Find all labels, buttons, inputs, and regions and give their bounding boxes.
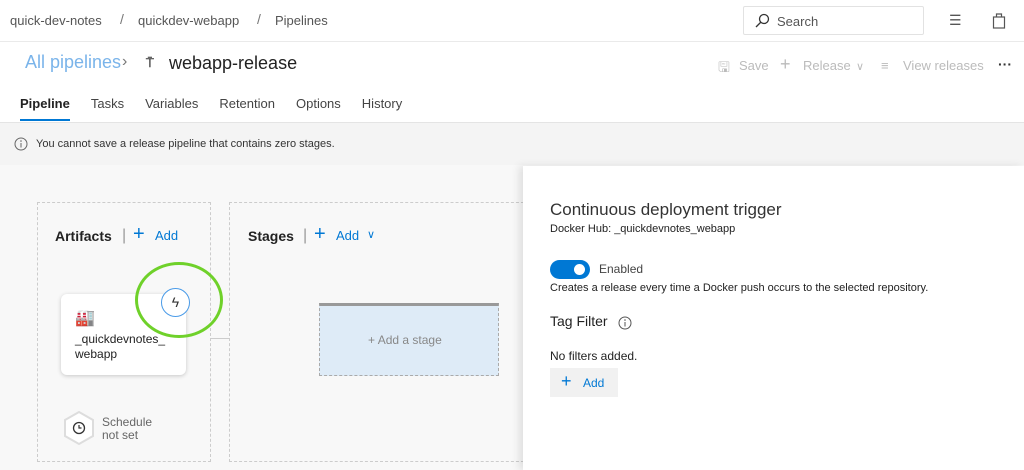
- schedule-label[interactable]: Schedule: [102, 415, 152, 429]
- plus-icon: +: [314, 223, 326, 245]
- search-input[interactable]: Search: [743, 6, 924, 35]
- release-button[interactable]: Release: [803, 58, 851, 73]
- add-tag-filter-button[interactable]: + Add: [550, 368, 618, 397]
- artifact-name: _quickdevnotes_: [75, 332, 166, 346]
- save-button[interactable]: Save: [739, 58, 769, 73]
- artifact-name-cont: webapp: [75, 347, 118, 361]
- breadcrumb-separator: /: [257, 11, 261, 27]
- add-stage-placeholder[interactable]: + Add a stage: [319, 303, 499, 376]
- search-placeholder: Search: [777, 14, 819, 29]
- info-message: You cannot save a release pipeline that …: [36, 138, 335, 150]
- plus-icon: +: [780, 54, 791, 74]
- more-options-button[interactable]: ···: [998, 56, 1012, 72]
- add-stage-dropdown[interactable]: Add: [336, 228, 359, 243]
- chevron-down-icon: ∨: [856, 61, 865, 73]
- release-pipeline-icon: ⍑: [146, 55, 154, 70]
- breadcrumb-org[interactable]: quick-dev-notes: [10, 13, 102, 28]
- stages-title: Stages: [248, 228, 294, 244]
- no-filters-text: No filters added.: [550, 349, 638, 363]
- tab-bar: Pipeline Tasks Variables Retention Optio…: [20, 96, 402, 121]
- add-stage-text: Add a stage: [377, 333, 442, 347]
- tab-variables[interactable]: Variables: [145, 96, 198, 121]
- divider: |: [303, 227, 308, 244]
- info-icon: [14, 137, 28, 151]
- add-stage-label: + Add a stage: [368, 333, 442, 347]
- view-releases-button[interactable]: View releases: [903, 58, 984, 73]
- tab-options[interactable]: Options: [296, 96, 341, 121]
- panel-title: Continuous deployment trigger: [550, 200, 782, 219]
- breadcrumb-separator: /: [120, 11, 124, 27]
- plus-icon: +: [561, 371, 572, 391]
- save-icon: 🖫: [718, 59, 730, 75]
- breadcrumb-project[interactable]: quickdev-webapp: [138, 13, 239, 28]
- shopping-bag-icon[interactable]: [992, 12, 1006, 29]
- docker-icon: 🏭: [75, 310, 95, 327]
- enabled-toggle[interactable]: [550, 260, 590, 279]
- add-artifact-button[interactable]: Add: [155, 228, 178, 243]
- all-pipelines-link[interactable]: All pipelines: [25, 52, 121, 73]
- chevron-right-icon: ›: [122, 53, 128, 70]
- connector-line: [211, 338, 229, 339]
- trigger-lightning-icon[interactable]: ϟ: [161, 288, 190, 317]
- tag-filter-label: Tag Filter: [550, 313, 608, 329]
- add-label: Add: [583, 376, 605, 390]
- schedule-status[interactable]: not set: [102, 428, 138, 442]
- toggle-label: Enabled: [599, 262, 644, 276]
- info-icon[interactable]: [618, 316, 632, 330]
- toggle-description: Creates a release every time a Docker pu…: [550, 282, 929, 294]
- cd-trigger-panel: Continuous deployment trigger Docker Hub…: [523, 166, 1024, 470]
- tab-history[interactable]: History: [362, 96, 402, 121]
- schedule-clock-icon[interactable]: [63, 410, 95, 446]
- search-icon: [755, 13, 770, 28]
- chevron-down-icon: ∨: [367, 229, 376, 241]
- list-icon: ≡: [881, 58, 889, 73]
- breadcrumb-pipelines[interactable]: Pipelines: [275, 13, 328, 28]
- info-bar: You cannot save a release pipeline that …: [0, 122, 1024, 165]
- tab-retention[interactable]: Retention: [219, 96, 275, 121]
- tab-pipeline[interactable]: Pipeline: [20, 96, 70, 121]
- pipeline-title: webapp-release: [169, 53, 298, 73]
- task-list-icon[interactable]: ☰: [949, 12, 962, 29]
- panel-subtitle: Docker Hub: _quickdevnotes_webapp: [550, 223, 736, 235]
- artifacts-title: Artifacts: [55, 228, 112, 244]
- plus-icon: +: [133, 223, 145, 245]
- divider: |: [122, 227, 127, 244]
- tab-tasks[interactable]: Tasks: [91, 96, 124, 121]
